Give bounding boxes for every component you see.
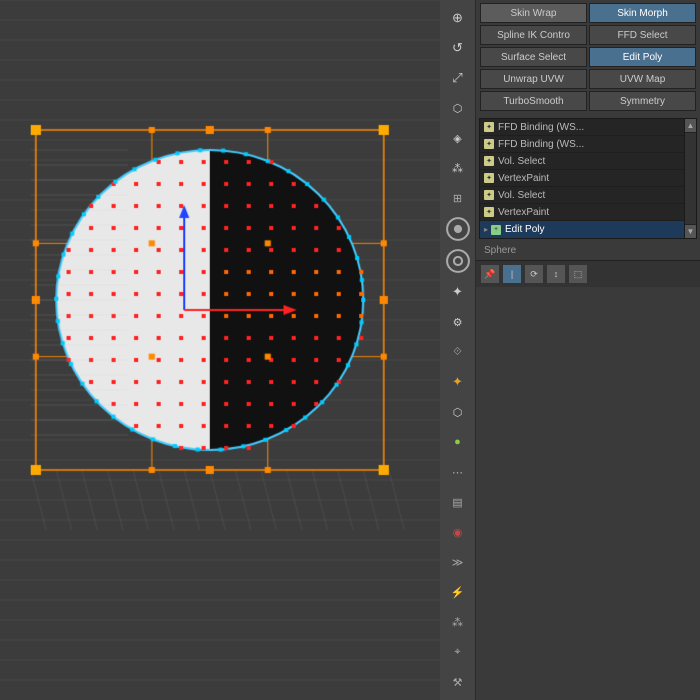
ffd-select-btn[interactable]: FFD Select	[589, 25, 696, 45]
app-container: ⊕ ↺ ⤢ ⬡ ◈ ⁂ ⊞ ✦ ⚙ ⟐ ✦ ⬡ ● ⋯ ▤ ◉ ≫ ⚡ ⁂ ⌖	[0, 0, 700, 700]
bc-cursor-btn[interactable]: |	[502, 264, 522, 284]
mid-icon-8[interactable]	[443, 246, 473, 276]
mid-icon-13[interactable]: ⬡	[443, 398, 473, 426]
modifier-buttons-area: Skin Wrap Skin Morph Spline IK Contro FF…	[476, 0, 700, 116]
skin-wrap-btn[interactable]: Skin Wrap	[480, 3, 587, 23]
mid-icon-22[interactable]: ⚒	[443, 668, 473, 696]
object-name-label: Sphere	[479, 242, 697, 259]
mid-icon-3[interactable]: ⬡	[443, 94, 473, 122]
mod-icon-1: ✦	[484, 139, 494, 149]
mod-stack-item-1[interactable]: ✦ FFD Binding (WS...	[480, 136, 684, 153]
mod-stack-item-0[interactable]: ✦ FFD Binding (WS...	[480, 119, 684, 136]
btn-row-2: Spline IK Contro FFD Select	[479, 25, 697, 45]
modifier-stack: ✦ FFD Binding (WS... ✦ FFD Binding (WS..…	[479, 118, 697, 239]
mid-icon-7[interactable]	[443, 214, 473, 244]
scrollbar-down[interactable]: ▼	[685, 224, 696, 238]
mod-label-5: VertexPaint	[498, 207, 549, 218]
symmetry-btn[interactable]: Symmetry	[589, 91, 696, 111]
object-name-text: Sphere	[484, 245, 516, 256]
mod-label-4: Vol. Select	[498, 190, 545, 201]
mod-scrollbar[interactable]: ▲ ▼	[684, 119, 696, 238]
mod-label-1: FFD Binding (WS...	[498, 139, 584, 150]
surface-select-btn[interactable]: Surface Select	[480, 47, 587, 67]
bc-rotate-btn[interactable]: ⟳	[524, 264, 544, 284]
mod-stack-item-6[interactable]: ▸ + Edit Poly	[480, 221, 684, 238]
mid-icon-1[interactable]: ↺	[443, 34, 473, 62]
mid-icon-0[interactable]: ⊕	[443, 4, 473, 32]
mod-label-6: Edit Poly	[505, 224, 544, 235]
skin-morph-btn[interactable]: Skin Morph	[589, 3, 696, 23]
mid-icon-19[interactable]: ⚡	[443, 578, 473, 606]
mod-icon-4: ✦	[484, 190, 494, 200]
unwrap-uvw-btn[interactable]: Unwrap UVW	[480, 69, 587, 89]
mid-icon-18[interactable]: ≫	[443, 548, 473, 576]
mid-icon-15[interactable]: ⋯	[443, 458, 473, 486]
mid-icon-17[interactable]: ◉	[443, 518, 473, 546]
mid-icon-2[interactable]: ⤢	[443, 64, 473, 92]
mid-icon-5[interactable]: ⁂	[443, 154, 473, 182]
bc-pin-btn[interactable]: 📌	[480, 264, 500, 284]
mid-icon-16[interactable]: ▤	[443, 488, 473, 516]
mid-icon-12[interactable]: ✦	[443, 368, 473, 396]
mod-stack-list: ✦ FFD Binding (WS... ✦ FFD Binding (WS..…	[480, 119, 684, 238]
mod-label-0: FFD Binding (WS...	[498, 122, 584, 133]
mod-stack-item-3[interactable]: ✦ VertexPaint	[480, 170, 684, 187]
mod-label-2: Vol. Select	[498, 156, 545, 167]
mid-icon-11[interactable]: ⟐	[443, 338, 473, 366]
bc-move2-btn[interactable]: ↕	[546, 264, 566, 284]
uvw-map-btn[interactable]: UVW Map	[589, 69, 696, 89]
mid-icon-20[interactable]: ⁂	[443, 608, 473, 636]
spline-ik-btn[interactable]: Spline IK Contro	[480, 25, 587, 45]
btn-row-5: TurboSmooth Symmetry	[479, 91, 697, 111]
edit-poly-btn[interactable]: Edit Poly	[589, 47, 696, 67]
btn-row-3: Surface Select Edit Poly	[479, 47, 697, 67]
mod-label-3: VertexPaint	[498, 173, 549, 184]
btn-row-4: Unwrap UVW UVW Map	[479, 69, 697, 89]
btn-row-1: Skin Wrap Skin Morph	[479, 3, 697, 23]
mod-icon-3: ✦	[484, 173, 494, 183]
mid-icon-10[interactable]: ⚙	[443, 308, 473, 336]
mod-icon-5: ✦	[484, 207, 494, 217]
scrollbar-up[interactable]: ▲	[685, 119, 696, 133]
bc-extra-btn[interactable]: ⬚	[568, 264, 588, 284]
turbosmooth-btn[interactable]: TurboSmooth	[480, 91, 587, 111]
viewport[interactable]	[0, 0, 440, 700]
mod-stack-item-2[interactable]: ✦ Vol. Select	[480, 153, 684, 170]
tools-column-mid: ⊕ ↺ ⤢ ⬡ ◈ ⁂ ⊞ ✦ ⚙ ⟐ ✦ ⬡ ● ⋯ ▤ ◉ ≫ ⚡ ⁂ ⌖	[440, 0, 476, 700]
mid-icon-14[interactable]: ●	[443, 428, 473, 456]
mod-stack-wrap: ✦ FFD Binding (WS... ✦ FFD Binding (WS..…	[480, 119, 696, 238]
mod-stack-item-4[interactable]: ✦ Vol. Select	[480, 187, 684, 204]
expand-icon: ▸	[484, 225, 488, 234]
mid-icon-4[interactable]: ◈	[443, 124, 473, 152]
mod-icon-6: +	[491, 225, 501, 235]
mod-stack-item-5[interactable]: ✦ VertexPaint	[480, 204, 684, 221]
right-panel: Skin Wrap Skin Morph Spline IK Contro FF…	[476, 0, 700, 700]
bottom-controls: 📌 | ⟳ ↕ ⬚	[476, 260, 700, 287]
mid-icon-9[interactable]: ✦	[443, 278, 473, 306]
mod-icon-0: ✦	[484, 122, 494, 132]
mid-icon-6[interactable]: ⊞	[443, 184, 473, 212]
mid-icon-21[interactable]: ⌖	[443, 638, 473, 666]
mod-icon-2: ✦	[484, 156, 494, 166]
